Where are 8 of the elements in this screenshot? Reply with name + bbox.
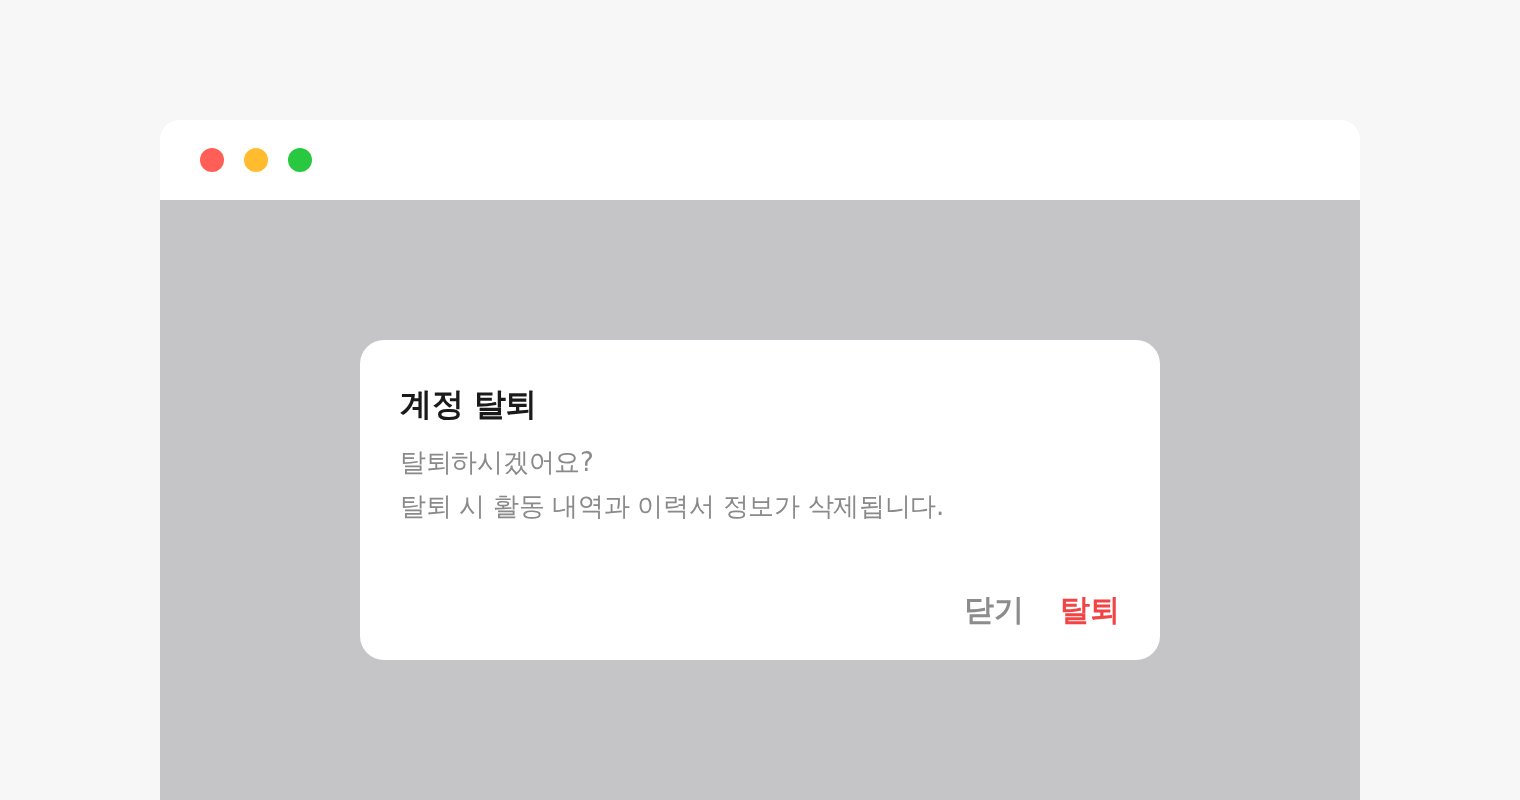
dialog-message-line: 탈퇴 시 활동 내역과 이력서 정보가 삭제됩니다. <box>400 490 946 523</box>
dialog-message-line: 탈퇴하시겠어요? <box>400 446 595 479</box>
withdraw-button[interactable]: 탈퇴 <box>1060 590 1120 630</box>
close-button[interactable]: 닫기 <box>964 590 1024 630</box>
dialog-title: 계정 탈퇴 <box>400 384 538 425</box>
close-button[interactable] <box>200 148 224 172</box>
maximize-button[interactable] <box>288 148 312 172</box>
minimize-button[interactable] <box>244 148 268 172</box>
